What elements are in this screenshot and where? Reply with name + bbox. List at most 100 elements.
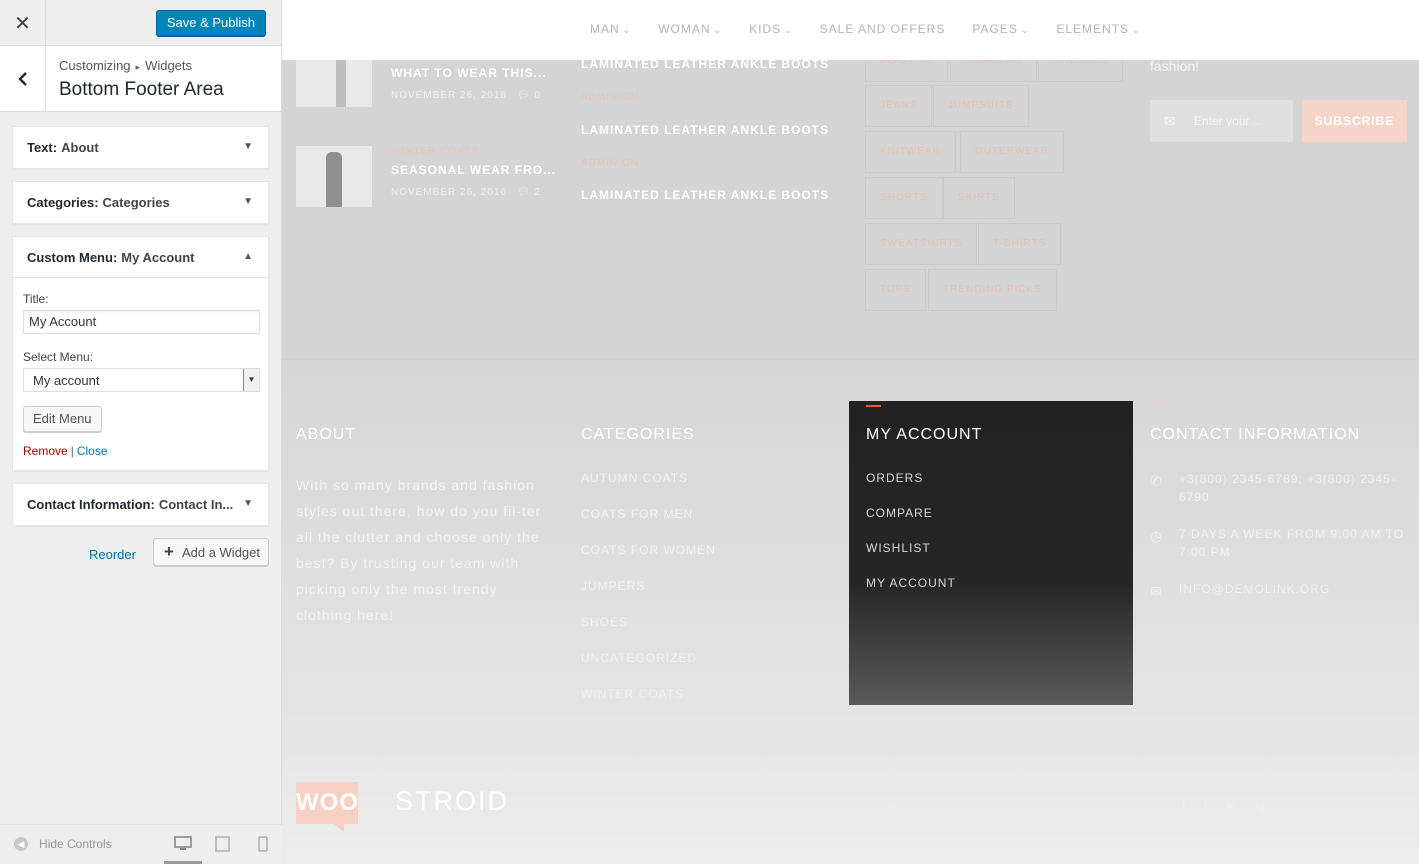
remove-link[interactable]: Remove: [23, 444, 68, 458]
caret-down-icon[interactable]: ▼: [243, 141, 253, 152]
nav-item-man[interactable]: MAN ⌄: [590, 22, 631, 36]
nav-item-sale[interactable]: SALE AND OFFERS: [820, 22, 946, 36]
nav-item-pages[interactable]: PAGES ⌄: [972, 22, 1029, 36]
title-input[interactable]: My Account: [23, 310, 260, 334]
save-publish-button[interactable]: Save & Publish: [155, 10, 266, 36]
category-link[interactable]: SHOES: [581, 615, 716, 629]
recent-post[interactable]: LAMINATED LEATHER ANKLE BOOTS ADMIN ON: [581, 57, 829, 103]
widget-form: Title: My Account Select Menu: My accoun…: [13, 278, 268, 470]
account-link-wishlist[interactable]: WISHLIST: [866, 541, 1116, 555]
widget-header[interactable]: Categories: Categories ▼: [13, 182, 268, 223]
instagram-icon[interactable]: ig: [1255, 799, 1264, 813]
contact-hours: ◷ 7 DAYS A WEEK FROM 9:00 AM TO 7:00 PM: [1150, 527, 1405, 559]
desktop-preview-icon[interactable]: [174, 836, 192, 852]
post-title[interactable]: WHAT TO WEAR THIS...: [391, 66, 547, 80]
clock-icon: ◷: [1150, 528, 1164, 544]
footer-contact: CONTACT INFORMATION ✆ +3(800) 2345-6789; …: [1150, 405, 1410, 617]
collapse-icon: ◀: [14, 837, 28, 851]
post-item[interactable]: WINTER COATS SEASONAL WEAR FRO... NOVEMB…: [296, 146, 556, 207]
tag[interactable]: SHORTS: [865, 177, 943, 219]
edit-menu-button[interactable]: Edit Menu: [23, 406, 102, 432]
back-button[interactable]: [0, 46, 46, 112]
logo-text[interactable]: STROID: [395, 786, 509, 817]
widget-name: Categories: [102, 195, 170, 210]
recent-post[interactable]: LAMINATED LEATHER ANKLE BOOTS: [581, 188, 829, 202]
widget-header[interactable]: Text: About ▼: [13, 127, 268, 168]
tag[interactable]: TOPS: [865, 269, 927, 311]
logo-badge[interactable]: WOO: [296, 782, 358, 824]
reorder-link[interactable]: Reorder: [89, 547, 136, 562]
about-heading: ABOUT: [296, 426, 357, 443]
my-account-heading: MY ACCOUNT: [866, 426, 983, 443]
category-link[interactable]: COATS FOR WOMEN: [581, 543, 716, 557]
widget-type: Text:: [27, 140, 58, 155]
category-link[interactable]: COATS FOR MEN: [581, 507, 716, 521]
category-link[interactable]: WINTER COATS: [581, 687, 716, 701]
linkedin-icon[interactable]: in: [1227, 799, 1236, 813]
mobile-preview-icon[interactable]: [254, 836, 272, 852]
tablet-preview-icon[interactable]: [214, 836, 232, 852]
close-customizer-button[interactable]: ✕: [0, 0, 46, 46]
plus-icon: +: [164, 542, 174, 561]
title-label: Title:: [23, 292, 49, 306]
tag[interactable]: KNITWEAR: [865, 131, 956, 173]
hide-controls-button[interactable]: ◀ Hide Controls: [14, 837, 112, 851]
select-menu-label: Select Menu:: [23, 350, 94, 364]
widget-footer-actions: Reorder + Add a Widget: [12, 538, 269, 568]
facebook-icon[interactable]: f: [1182, 799, 1185, 813]
tag[interactable]: TRENDING PICKS: [928, 269, 1058, 311]
tag[interactable]: T-SHIRTS: [978, 223, 1062, 265]
nav-item-elements[interactable]: ELEMENTS ⌄: [1056, 22, 1140, 36]
recent-post-meta: ADMIN ON: [581, 92, 639, 103]
category-link[interactable]: AUTUMN COATS: [581, 471, 716, 485]
logo-tail: [334, 824, 344, 832]
widget-header[interactable]: Custom Menu: My Account ▲: [13, 237, 268, 278]
account-link-compare[interactable]: COMPARE: [866, 506, 1116, 520]
nav-item-woman[interactable]: WOMAN ⌄: [658, 22, 722, 36]
heading-accent: [866, 405, 881, 407]
tag[interactable]: JEANS: [865, 85, 933, 127]
tag[interactable]: SKIRTS: [943, 177, 1015, 219]
widget-header[interactable]: Contact Information: Contact In... ▼: [13, 484, 268, 525]
newsletter-email-input[interactable]: ✉ Enter your ...: [1150, 100, 1293, 142]
recent-post-title[interactable]: LAMINATED LEATHER ANKLE BOOTS: [581, 123, 829, 137]
caret-down-icon[interactable]: ▼: [243, 498, 253, 509]
phone-icon: ✆: [1150, 473, 1163, 489]
contact-email[interactable]: ✉ INFO@DEMOLINK.ORG: [1150, 580, 1410, 599]
widget-name: About: [61, 140, 99, 155]
tag[interactable]: OUTERWEAR: [960, 131, 1064, 173]
upper-footer: WHAT TO WEAR THIS... NOVEMBER 26, 2016 💬︎…: [282, 40, 1419, 360]
chevron-down-icon: ⌄: [713, 25, 723, 35]
customizer-sidebar: ✕ Save & Publish Customizing ▸ Widgets Bot…: [0, 0, 282, 864]
category-link[interactable]: JUMPERS: [581, 579, 716, 593]
twitter-icon[interactable]: t: [1204, 799, 1207, 813]
comment-icon: 💬︎: [516, 90, 535, 101]
menu-select-value: My account: [33, 373, 100, 388]
breadcrumb-parent: Customizing: [59, 58, 131, 73]
tag[interactable]: JUMPSUITS: [933, 85, 1029, 127]
post-title[interactable]: SEASONAL WEAR FRO...: [391, 163, 556, 177]
post-thumbnail[interactable]: [296, 146, 372, 207]
account-link-orders[interactable]: ORDERS: [866, 471, 1116, 485]
bottom-bar: WOO STROID IS PROUDLY POWERED BY WORDPRE…: [282, 782, 1419, 832]
recent-post-title[interactable]: LAMINATED LEATHER ANKLE BOOTS: [581, 188, 829, 202]
tag[interactable]: SWEATSHIRTS: [865, 223, 978, 265]
menu-select[interactable]: My account ▼: [23, 368, 260, 392]
post-date: NOVEMBER 26, 2016 💬︎ 0: [391, 90, 541, 101]
hide-controls-label: Hide Controls: [39, 837, 112, 851]
widget-type: Categories:: [27, 195, 99, 210]
close-link[interactable]: Close: [77, 444, 108, 458]
post-category[interactable]: WINTER COATS: [391, 146, 556, 157]
add-widget-button[interactable]: + Add a Widget: [153, 538, 269, 566]
account-link-my-account[interactable]: MY ACCOUNT: [866, 576, 1116, 590]
chevron-down-icon: ⌄: [784, 25, 793, 35]
dropdown-arrow-icon[interactable]: ▼: [243, 369, 259, 391]
caret-up-icon[interactable]: ▲: [243, 251, 253, 262]
category-link[interactable]: UNCATEGORIZED: [581, 651, 716, 665]
nav-item-kids[interactable]: KIDS ⌄: [749, 22, 793, 36]
breadcrumb-child: Widgets: [145, 58, 193, 73]
caret-down-icon[interactable]: ▼: [243, 196, 253, 207]
add-widget-label: Add a Widget: [181, 545, 260, 560]
subscribe-button[interactable]: SUBSCRIBE: [1302, 100, 1407, 142]
recent-post[interactable]: LAMINATED LEATHER ANKLE BOOTS ADMIN ON: [581, 123, 829, 169]
